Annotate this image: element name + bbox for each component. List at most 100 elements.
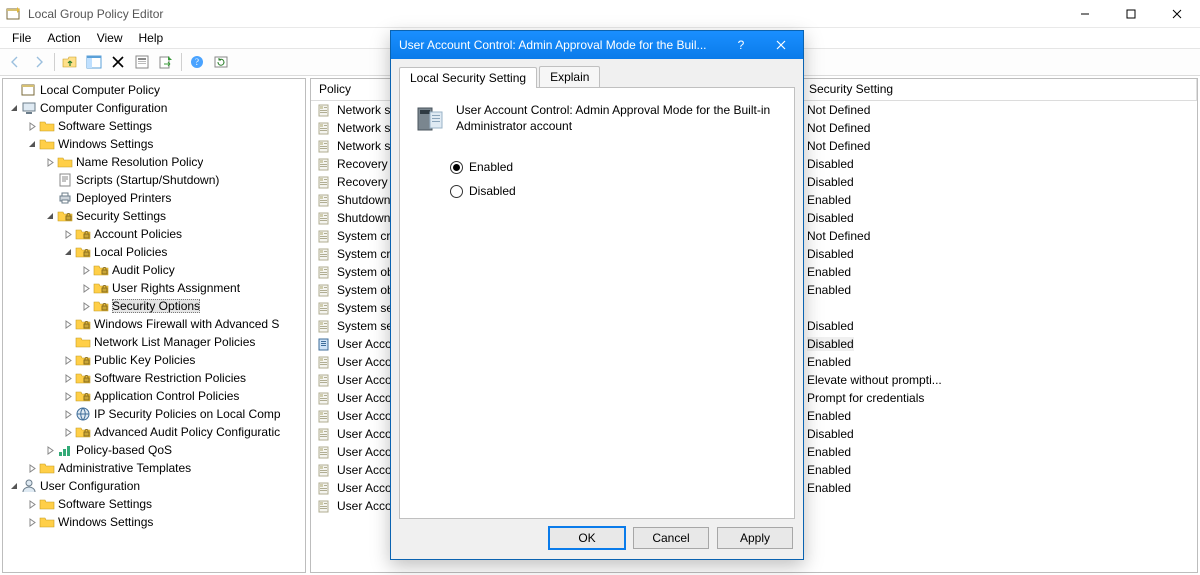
chevron-right-icon[interactable] [61,389,75,403]
security-setting-value: Enabled [807,283,851,297]
tree-item[interactable]: Advanced Audit Policy Configuratic [3,423,305,441]
tree-item[interactable]: Audit Policy [3,261,305,279]
tab-local-security-setting[interactable]: Local Security Setting [399,67,537,88]
tree-item[interactable]: Network List Manager Policies [3,333,305,351]
radio-bullet-icon [450,161,463,174]
expander-placeholder [43,191,57,205]
tree-item[interactable]: Policy-based QoS [3,441,305,459]
tree-item[interactable]: Security Options [3,297,305,315]
tab-explain[interactable]: Explain [539,66,600,87]
back-icon[interactable] [4,51,26,73]
apply-button[interactable]: Apply [717,527,793,549]
tree-item[interactable]: IP Security Policies on Local Comp [3,405,305,423]
tree-item[interactable]: User Configuration [3,477,305,495]
forward-icon[interactable] [28,51,50,73]
column-security-setting[interactable]: Security Setting [801,79,1197,100]
tree-item[interactable]: Application Control Policies [3,387,305,405]
export-icon[interactable] [155,51,177,73]
tree-item-label: IP Security Policies on Local Comp [94,407,281,421]
policy-item-icon [317,120,333,136]
security-setting-value: Not Defined [807,229,870,243]
security-setting-value: Enabled [807,265,851,279]
ok-button[interactable]: OK [549,527,625,549]
up-icon[interactable] [59,51,81,73]
tree-item[interactable]: Administrative Templates [3,459,305,477]
expander-placeholder [7,83,21,97]
security-setting-value: Not Defined [807,103,870,117]
tree-item[interactable]: Public Key Policies [3,351,305,369]
app-icon [6,6,22,22]
secfolder-icon [57,208,73,224]
tree-item[interactable]: Windows Firewall with Advanced S [3,315,305,333]
tree-item[interactable]: Windows Settings [3,513,305,531]
tree-item[interactable]: Deployed Printers [3,189,305,207]
policy-item-icon [317,354,333,370]
chevron-right-icon[interactable] [79,281,93,295]
tree-pane[interactable]: Local Computer PolicyComputer Configurat… [2,78,306,573]
folder-icon [75,334,91,350]
close-button[interactable] [1154,0,1200,28]
ipsec-icon [75,406,91,422]
tree-item[interactable]: Scripts (Startup/Shutdown) [3,171,305,189]
chevron-down-icon[interactable] [7,101,21,115]
chevron-right-icon[interactable] [79,299,93,313]
chevron-right-icon[interactable] [61,317,75,331]
chevron-right-icon[interactable] [61,227,75,241]
folder-icon [39,118,55,134]
radio-group: Enabled Disabled [450,160,780,198]
cancel-button[interactable]: Cancel [633,527,709,549]
properties-icon[interactable] [131,51,153,73]
tree-item[interactable]: Windows Settings [3,135,305,153]
chevron-right-icon[interactable] [25,461,39,475]
security-setting-value: Elevate without prompti... [807,373,942,387]
tree-item[interactable]: Account Policies [3,225,305,243]
menu-view[interactable]: View [89,29,131,47]
menu-help[interactable]: Help [131,29,172,47]
chevron-down-icon[interactable] [61,245,75,259]
policy-item-icon [317,210,333,226]
menu-file[interactable]: File [4,29,39,47]
security-setting-value: Enabled [807,193,851,207]
chevron-right-icon[interactable] [61,425,75,439]
chevron-right-icon[interactable] [25,497,39,511]
security-setting-value: Disabled [807,319,854,333]
chevron-right-icon[interactable] [25,119,39,133]
tree-item[interactable]: Software Settings [3,495,305,513]
refresh-icon[interactable] [210,51,232,73]
menu-action[interactable]: Action [39,29,88,47]
radio-disabled[interactable]: Disabled [450,184,780,198]
chevron-right-icon[interactable] [61,371,75,385]
dialog-titlebar[interactable]: User Account Control: Admin Approval Mod… [391,31,803,59]
security-setting-value: Enabled [807,445,851,459]
chevron-right-icon[interactable] [79,263,93,277]
tree-item[interactable]: Local Computer Policy [3,81,305,99]
dialog-close-button[interactable] [761,31,801,59]
security-setting-value: Not Defined [807,139,870,153]
policy-item-icon [317,156,333,172]
chevron-down-icon[interactable] [43,209,57,223]
tree-item-label: Deployed Printers [76,191,171,205]
tree-item[interactable]: Computer Configuration [3,99,305,117]
chevron-down-icon[interactable] [7,479,21,493]
maximize-button[interactable] [1108,0,1154,28]
minimize-button[interactable] [1062,0,1108,28]
tree-item[interactable]: Security Settings [3,207,305,225]
chevron-right-icon[interactable] [43,155,57,169]
tree-item[interactable]: Local Policies [3,243,305,261]
chevron-right-icon[interactable] [61,353,75,367]
chevron-down-icon[interactable] [25,137,39,151]
chevron-right-icon[interactable] [25,515,39,529]
radio-enabled[interactable]: Enabled [450,160,780,174]
show-hide-tree-icon[interactable] [83,51,105,73]
tree-item[interactable]: Software Settings [3,117,305,135]
policy-large-icon [414,102,446,134]
tree-item[interactable]: Name Resolution Policy [3,153,305,171]
security-setting-value: Enabled [807,463,851,477]
tree-item[interactable]: Software Restriction Policies [3,369,305,387]
tree-item[interactable]: User Rights Assignment [3,279,305,297]
help-icon[interactable]: ? [186,51,208,73]
chevron-right-icon[interactable] [61,407,75,421]
dialog-help-button[interactable]: ? [721,31,761,59]
delete-icon[interactable] [107,51,129,73]
chevron-right-icon[interactable] [43,443,57,457]
